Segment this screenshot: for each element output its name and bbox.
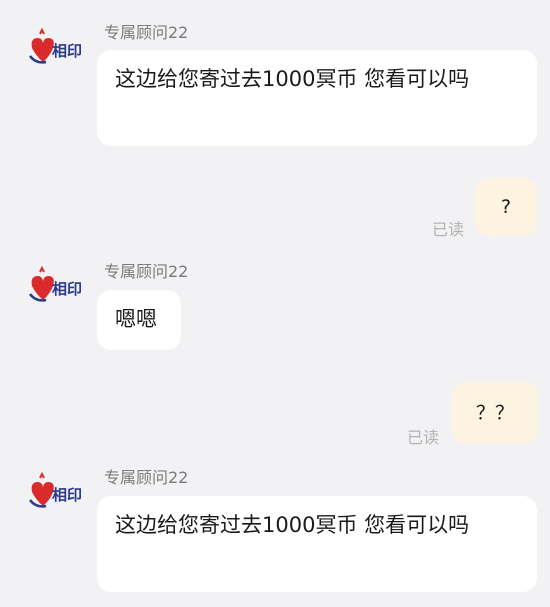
message-bubble-incoming[interactable]: 这边给您寄过去1000冥币 您看可以吗 — [97, 496, 537, 592]
read-receipt: 已读 — [407, 428, 440, 447]
brand-logo-icon[interactable]: 相印 — [26, 264, 82, 304]
svg-text:相印: 相印 — [52, 42, 82, 60]
chat-window: 相印 专属顾问22 这边给您寄过去1000冥币 您看可以吗 已读 ? 相印 专属… — [0, 0, 550, 607]
svg-text:相印: 相印 — [52, 280, 82, 298]
brand-logo-icon[interactable]: 相印 — [26, 470, 82, 510]
message-bubble-outgoing[interactable]: ? — [475, 178, 537, 236]
read-receipt: 已读 — [432, 220, 465, 239]
svg-text:相印: 相印 — [52, 486, 82, 504]
sender-name: 专属顾问22 — [104, 23, 189, 42]
message-bubble-incoming[interactable]: 嗯嗯 — [97, 290, 181, 350]
sender-name: 专属顾问22 — [104, 468, 189, 487]
brand-logo-icon[interactable]: 相印 — [26, 26, 82, 66]
message-bubble-outgoing[interactable]: ？？ — [452, 382, 538, 444]
message-bubble-incoming[interactable]: 这边给您寄过去1000冥币 您看可以吗 — [97, 50, 537, 146]
sender-name: 专属顾问22 — [104, 262, 189, 281]
